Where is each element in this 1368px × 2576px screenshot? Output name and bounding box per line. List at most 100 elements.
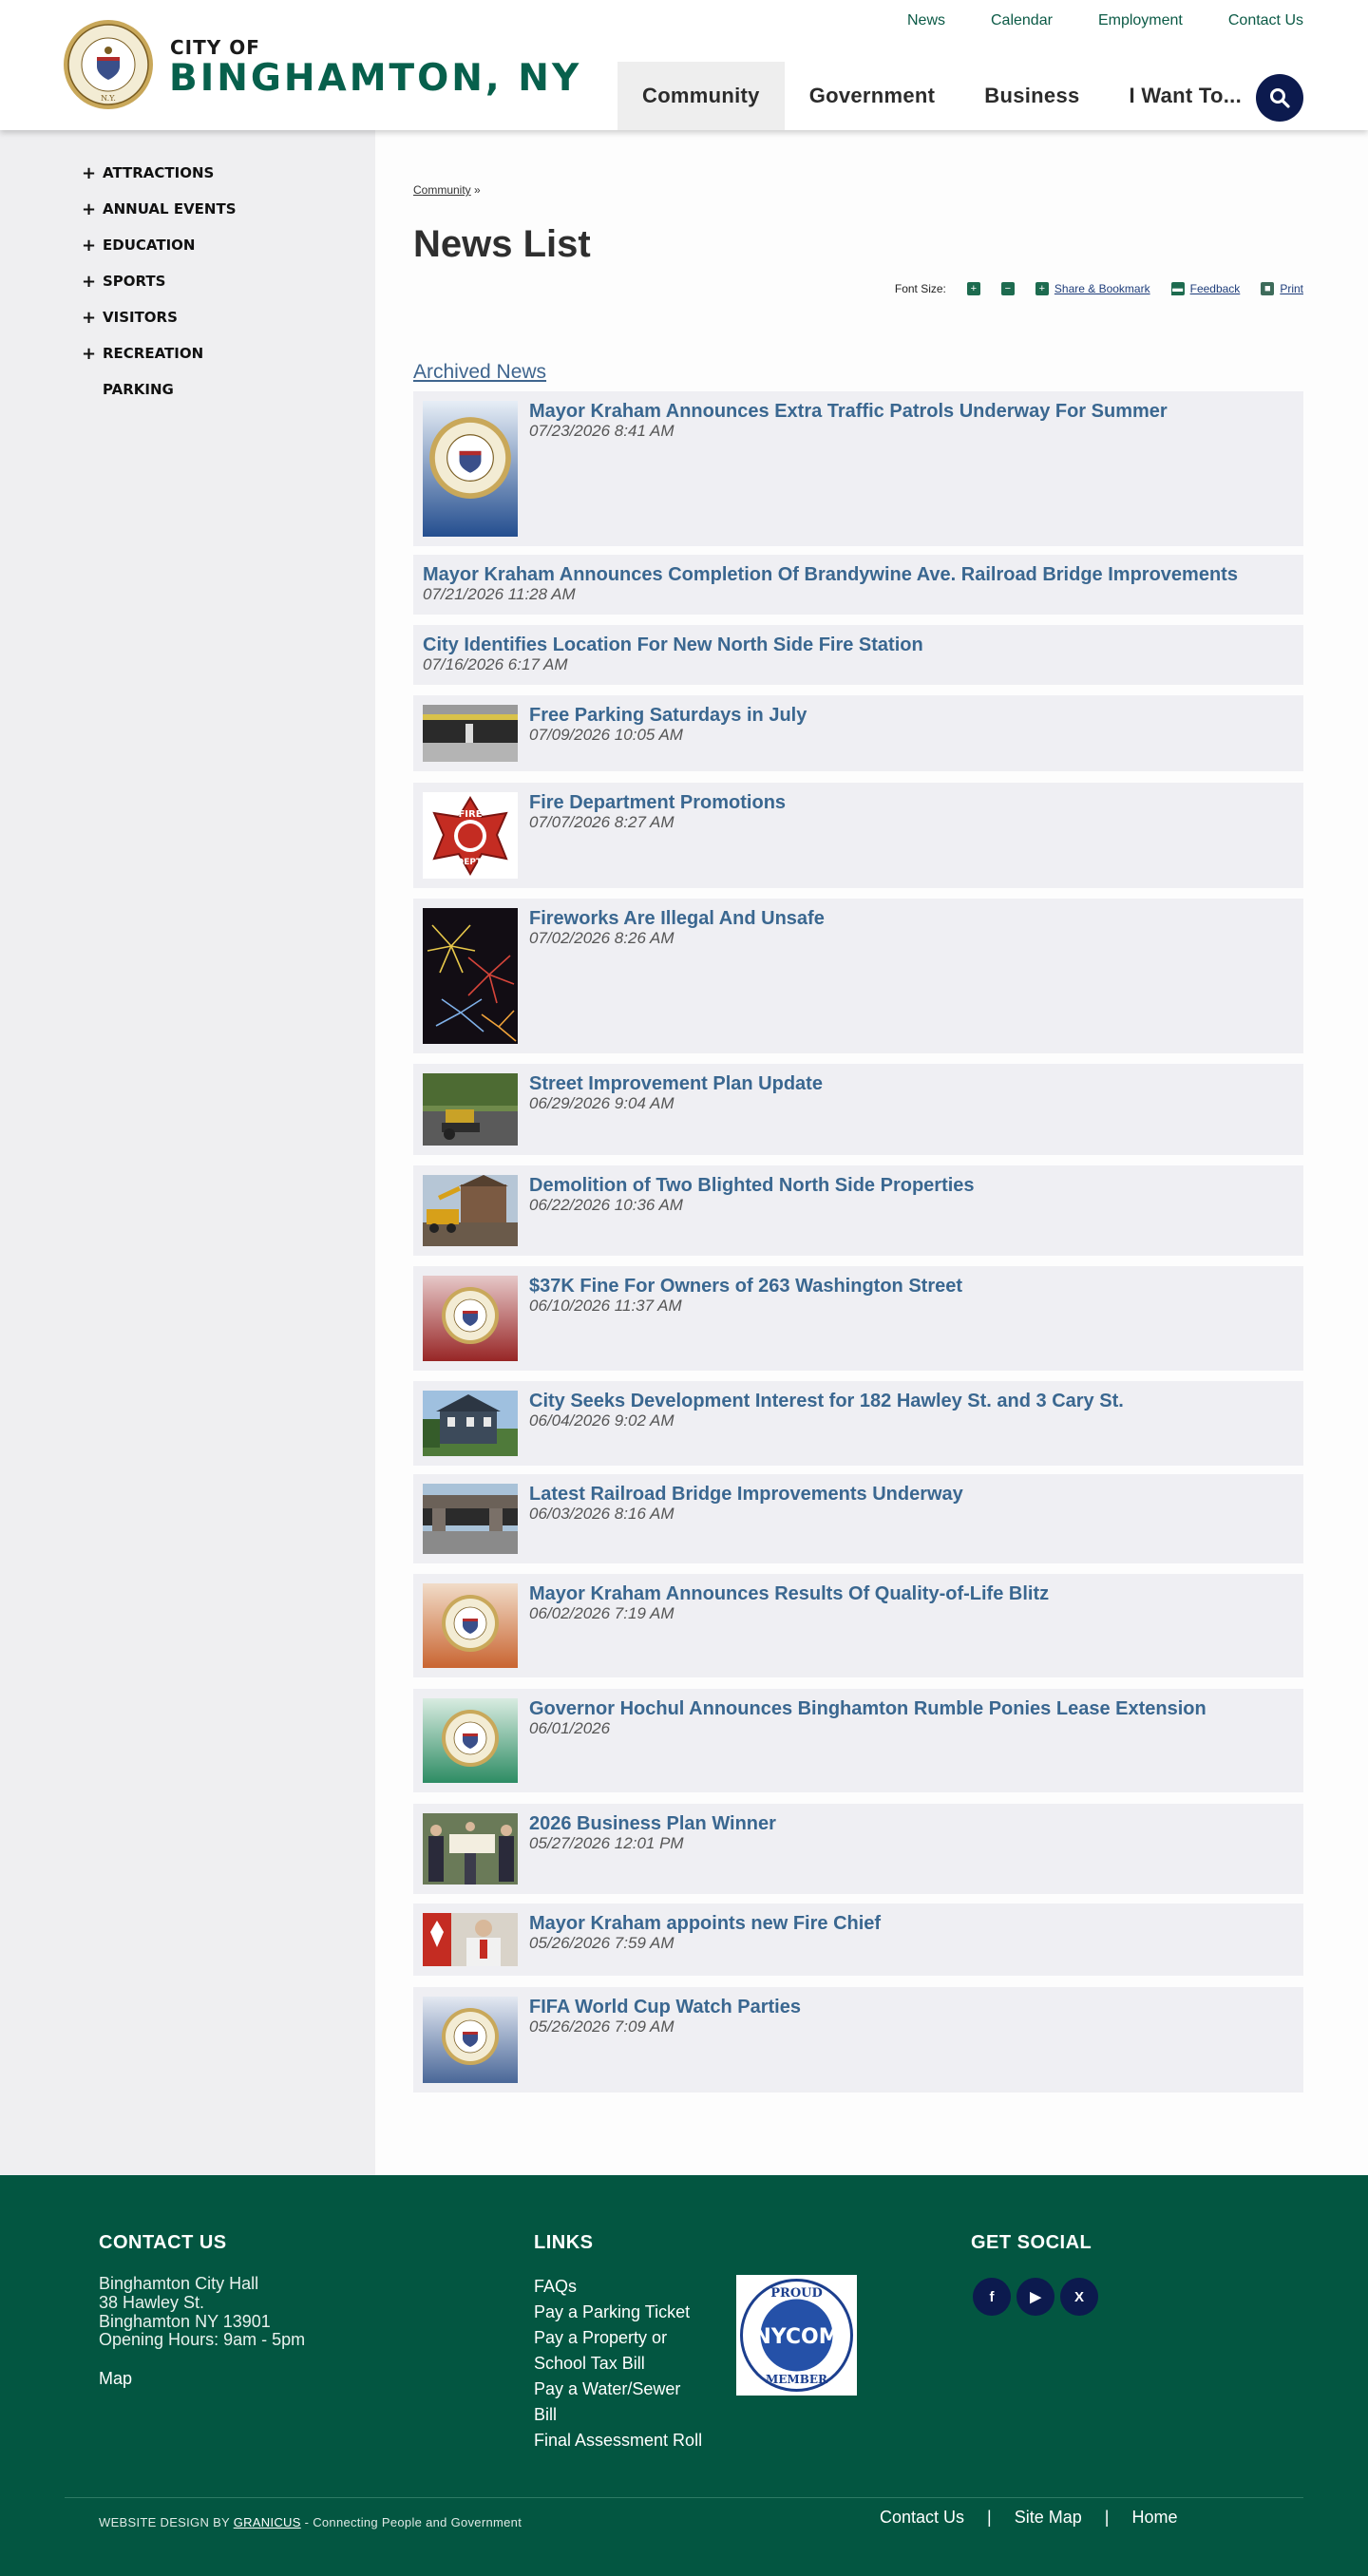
granicus-link[interactable]: GRANICUS — [234, 2515, 301, 2529]
house-thumbnail[interactable] — [423, 1391, 518, 1456]
bottom-link-home[interactable]: Home — [1131, 2508, 1177, 2528]
news-item[interactable]: Free Parking Saturdays in July 07/09/2026… — [413, 695, 1303, 771]
site-title[interactable]: BINGHAMTON, NY — [169, 57, 581, 100]
sidebar-item-sports[interactable]: + SPORTS — [82, 263, 237, 299]
nav-government[interactable]: Government — [785, 62, 960, 130]
news-item[interactable]: $37K Fine For Owners of 263 Washington S… — [413, 1266, 1303, 1371]
city-seal-logo[interactable]: N.Y. — [63, 19, 154, 110]
credit-prefix: WEBSITE DESIGN BY — [99, 2515, 230, 2529]
news-item[interactable]: 2026 Business Plan Winner 05/27/2026 12:0… — [413, 1804, 1303, 1894]
bridge-thumbnail[interactable] — [423, 1484, 518, 1554]
expand-icon[interactable]: + — [82, 199, 103, 219]
sidebar-item-recreation[interactable]: + RECREATION — [82, 335, 237, 371]
font-decrease-icon[interactable]: − — [1000, 282, 1015, 295]
x-icon[interactable]: X — [1060, 2278, 1098, 2316]
news-title-link[interactable]: City Identifies Location For New North S… — [423, 635, 923, 656]
breadcrumb-link-community[interactable]: Community — [413, 183, 471, 197]
util-link-news[interactable]: News — [907, 12, 945, 29]
footer-link-faqs[interactable]: FAQs — [534, 2277, 577, 2297]
sidebar-item-visitors[interactable]: + VISITORS — [82, 299, 237, 335]
news-title-link[interactable]: Free Parking Saturdays in July — [529, 705, 807, 727]
sidebar: + ATTRACTIONS + ANNUAL EVENTS + EDUCATION +… — [0, 130, 375, 2175]
util-link-calendar[interactable]: Calendar — [991, 12, 1053, 29]
news-title-link[interactable]: Governor Hochul Announces Binghamton Rum… — [529, 1698, 1206, 1720]
news-date: 07/02/2026 8:26 AM — [529, 929, 674, 947]
util-link-employment[interactable]: Employment — [1098, 12, 1183, 29]
news-item[interactable]: FIFA World Cup Watch Parties 05/26/2026 7… — [413, 1987, 1303, 2093]
footer-link-property-tax[interactable]: Pay a Property or — [534, 2328, 667, 2348]
youtube-icon[interactable]: ▶ — [1016, 2278, 1054, 2316]
news-item[interactable]: City Identifies Location For New North S… — [413, 625, 1303, 685]
sidebar-item-attractions[interactable]: + ATTRACTIONS — [82, 155, 237, 191]
expand-icon[interactable]: + — [82, 308, 103, 328]
city-seal-thumbnail[interactable] — [423, 1997, 518, 2083]
archived-news-link[interactable]: Archived News — [413, 361, 546, 384]
facebook-icon[interactable]: f — [973, 2278, 1011, 2316]
nycom-member-badge[interactable]: PROUD NYCOM MEMBER — [736, 2275, 857, 2396]
font-increase-icon[interactable]: + — [966, 282, 980, 295]
news-item[interactable]: Fireworks Are Illegal And Unsafe 07/02/20… — [413, 899, 1303, 1053]
news-item[interactable]: Mayor Kraham Announces Extra Traffic Pat… — [413, 391, 1303, 546]
news-title-link[interactable]: City Seeks Development Interest for 182 … — [529, 1391, 1124, 1412]
news-title-link[interactable]: Mayor Kraham appoints new Fire Chief — [529, 1913, 881, 1935]
news-title-link[interactable]: Mayor Kraham Announces Extra Traffic Pat… — [529, 401, 1168, 423]
news-title-link[interactable]: FIFA World Cup Watch Parties — [529, 1997, 801, 2018]
footer-address-line: Binghamton City Hall — [99, 2274, 259, 2293]
parking-garage-thumbnail[interactable] — [423, 705, 518, 762]
news-item[interactable]: Governor Hochul Announces Binghamton Rum… — [413, 1689, 1303, 1792]
footer-link-parking-ticket[interactable]: Pay a Parking Ticket — [534, 2302, 690, 2322]
nav-i-want-to[interactable]: I Want To... — [1105, 62, 1266, 130]
nav-business[interactable]: Business — [960, 62, 1104, 130]
street-paving-thumbnail[interactable] — [423, 1073, 518, 1146]
footer-link-water-sewer-cont[interactable]: Bill — [534, 2405, 557, 2425]
news-title-link[interactable]: Mayor Kraham Announces Completion Of Bra… — [423, 564, 1238, 586]
fire-dept-logo-thumbnail[interactable]: FIRE DEPT. — [423, 792, 518, 879]
font-size-label: Font Size: — [894, 282, 946, 295]
print-link[interactable]: Print — [1280, 282, 1303, 295]
fireworks-thumbnail[interactable] — [423, 908, 518, 1044]
news-date: 06/29/2026 9:04 AM — [529, 1094, 674, 1112]
news-title-link[interactable]: 2026 Business Plan Winner — [529, 1813, 776, 1835]
news-item[interactable]: Street Improvement Plan Update 06/29/2026… — [413, 1064, 1303, 1155]
city-seal-thumbnail[interactable] — [423, 1583, 518, 1668]
fire-chief-thumbnail[interactable] — [423, 1913, 518, 1966]
news-item[interactable]: Latest Railroad Bridge Improvements Unde… — [413, 1474, 1303, 1563]
footer-link-assessment-roll[interactable]: Final Assessment Roll — [534, 2431, 702, 2451]
search-button[interactable] — [1256, 74, 1303, 122]
news-title-link[interactable]: Fire Department Promotions — [529, 792, 786, 814]
util-link-contact-us[interactable]: Contact Us — [1228, 12, 1303, 29]
bottom-link-site-map[interactable]: Site Map — [1015, 2508, 1082, 2528]
expand-icon[interactable]: + — [82, 163, 103, 183]
check-presentation-thumbnail[interactable] — [423, 1813, 518, 1885]
expand-icon[interactable]: + — [82, 272, 103, 292]
footer-link-water-sewer[interactable]: Pay a Water/Sewer — [534, 2379, 680, 2399]
footer-map-link[interactable]: Map — [99, 2369, 132, 2389]
feedback-link[interactable]: Feedback — [1190, 282, 1241, 295]
footer-link-property-tax-cont[interactable]: School Tax Bill — [534, 2354, 645, 2374]
footer-divider — [65, 2497, 1303, 2498]
sidebar-item-annual-events[interactable]: + ANNUAL EVENTS — [82, 191, 237, 227]
news-title-link[interactable]: Mayor Kraham Announces Results Of Qualit… — [529, 1583, 1049, 1605]
city-seal-thumbnail[interactable] — [423, 401, 518, 537]
news-item[interactable]: Mayor Kraham Announces Results Of Qualit… — [413, 1574, 1303, 1677]
news-title-link[interactable]: Latest Railroad Bridge Improvements Unde… — [529, 1484, 963, 1506]
nav-community[interactable]: Community — [618, 62, 785, 130]
news-item[interactable]: FIRE DEPT. Fire Department Promotions 07/07… — [413, 783, 1303, 888]
news-title-link[interactable]: Street Improvement Plan Update — [529, 1073, 823, 1095]
news-title-link[interactable]: Fireworks Are Illegal And Unsafe — [529, 908, 825, 930]
expand-icon[interactable]: + — [82, 236, 103, 256]
share-bookmark-link[interactable]: Share & Bookmark — [1054, 282, 1150, 295]
city-seal-thumbnail[interactable] — [423, 1276, 518, 1361]
news-item[interactable]: Demolition of Two Blighted North Side Pr… — [413, 1165, 1303, 1256]
news-item[interactable]: Mayor Kraham appoints new Fire Chief 05/2… — [413, 1904, 1303, 1976]
expand-icon[interactable]: + — [82, 344, 103, 364]
demolition-thumbnail[interactable] — [423, 1175, 518, 1246]
news-title-link[interactable]: Demolition of Two Blighted North Side Pr… — [529, 1175, 975, 1197]
sidebar-item-parking[interactable]: PARKING — [82, 371, 237, 407]
news-item[interactable]: Mayor Kraham Announces Completion Of Bra… — [413, 555, 1303, 615]
bottom-link-contact-us[interactable]: Contact Us — [880, 2508, 964, 2528]
news-item[interactable]: City Seeks Development Interest for 182 … — [413, 1381, 1303, 1466]
city-seal-thumbnail[interactable] — [423, 1698, 518, 1783]
news-title-link[interactable]: $37K Fine For Owners of 263 Washington S… — [529, 1276, 962, 1297]
sidebar-item-education[interactable]: + EDUCATION — [82, 227, 237, 263]
